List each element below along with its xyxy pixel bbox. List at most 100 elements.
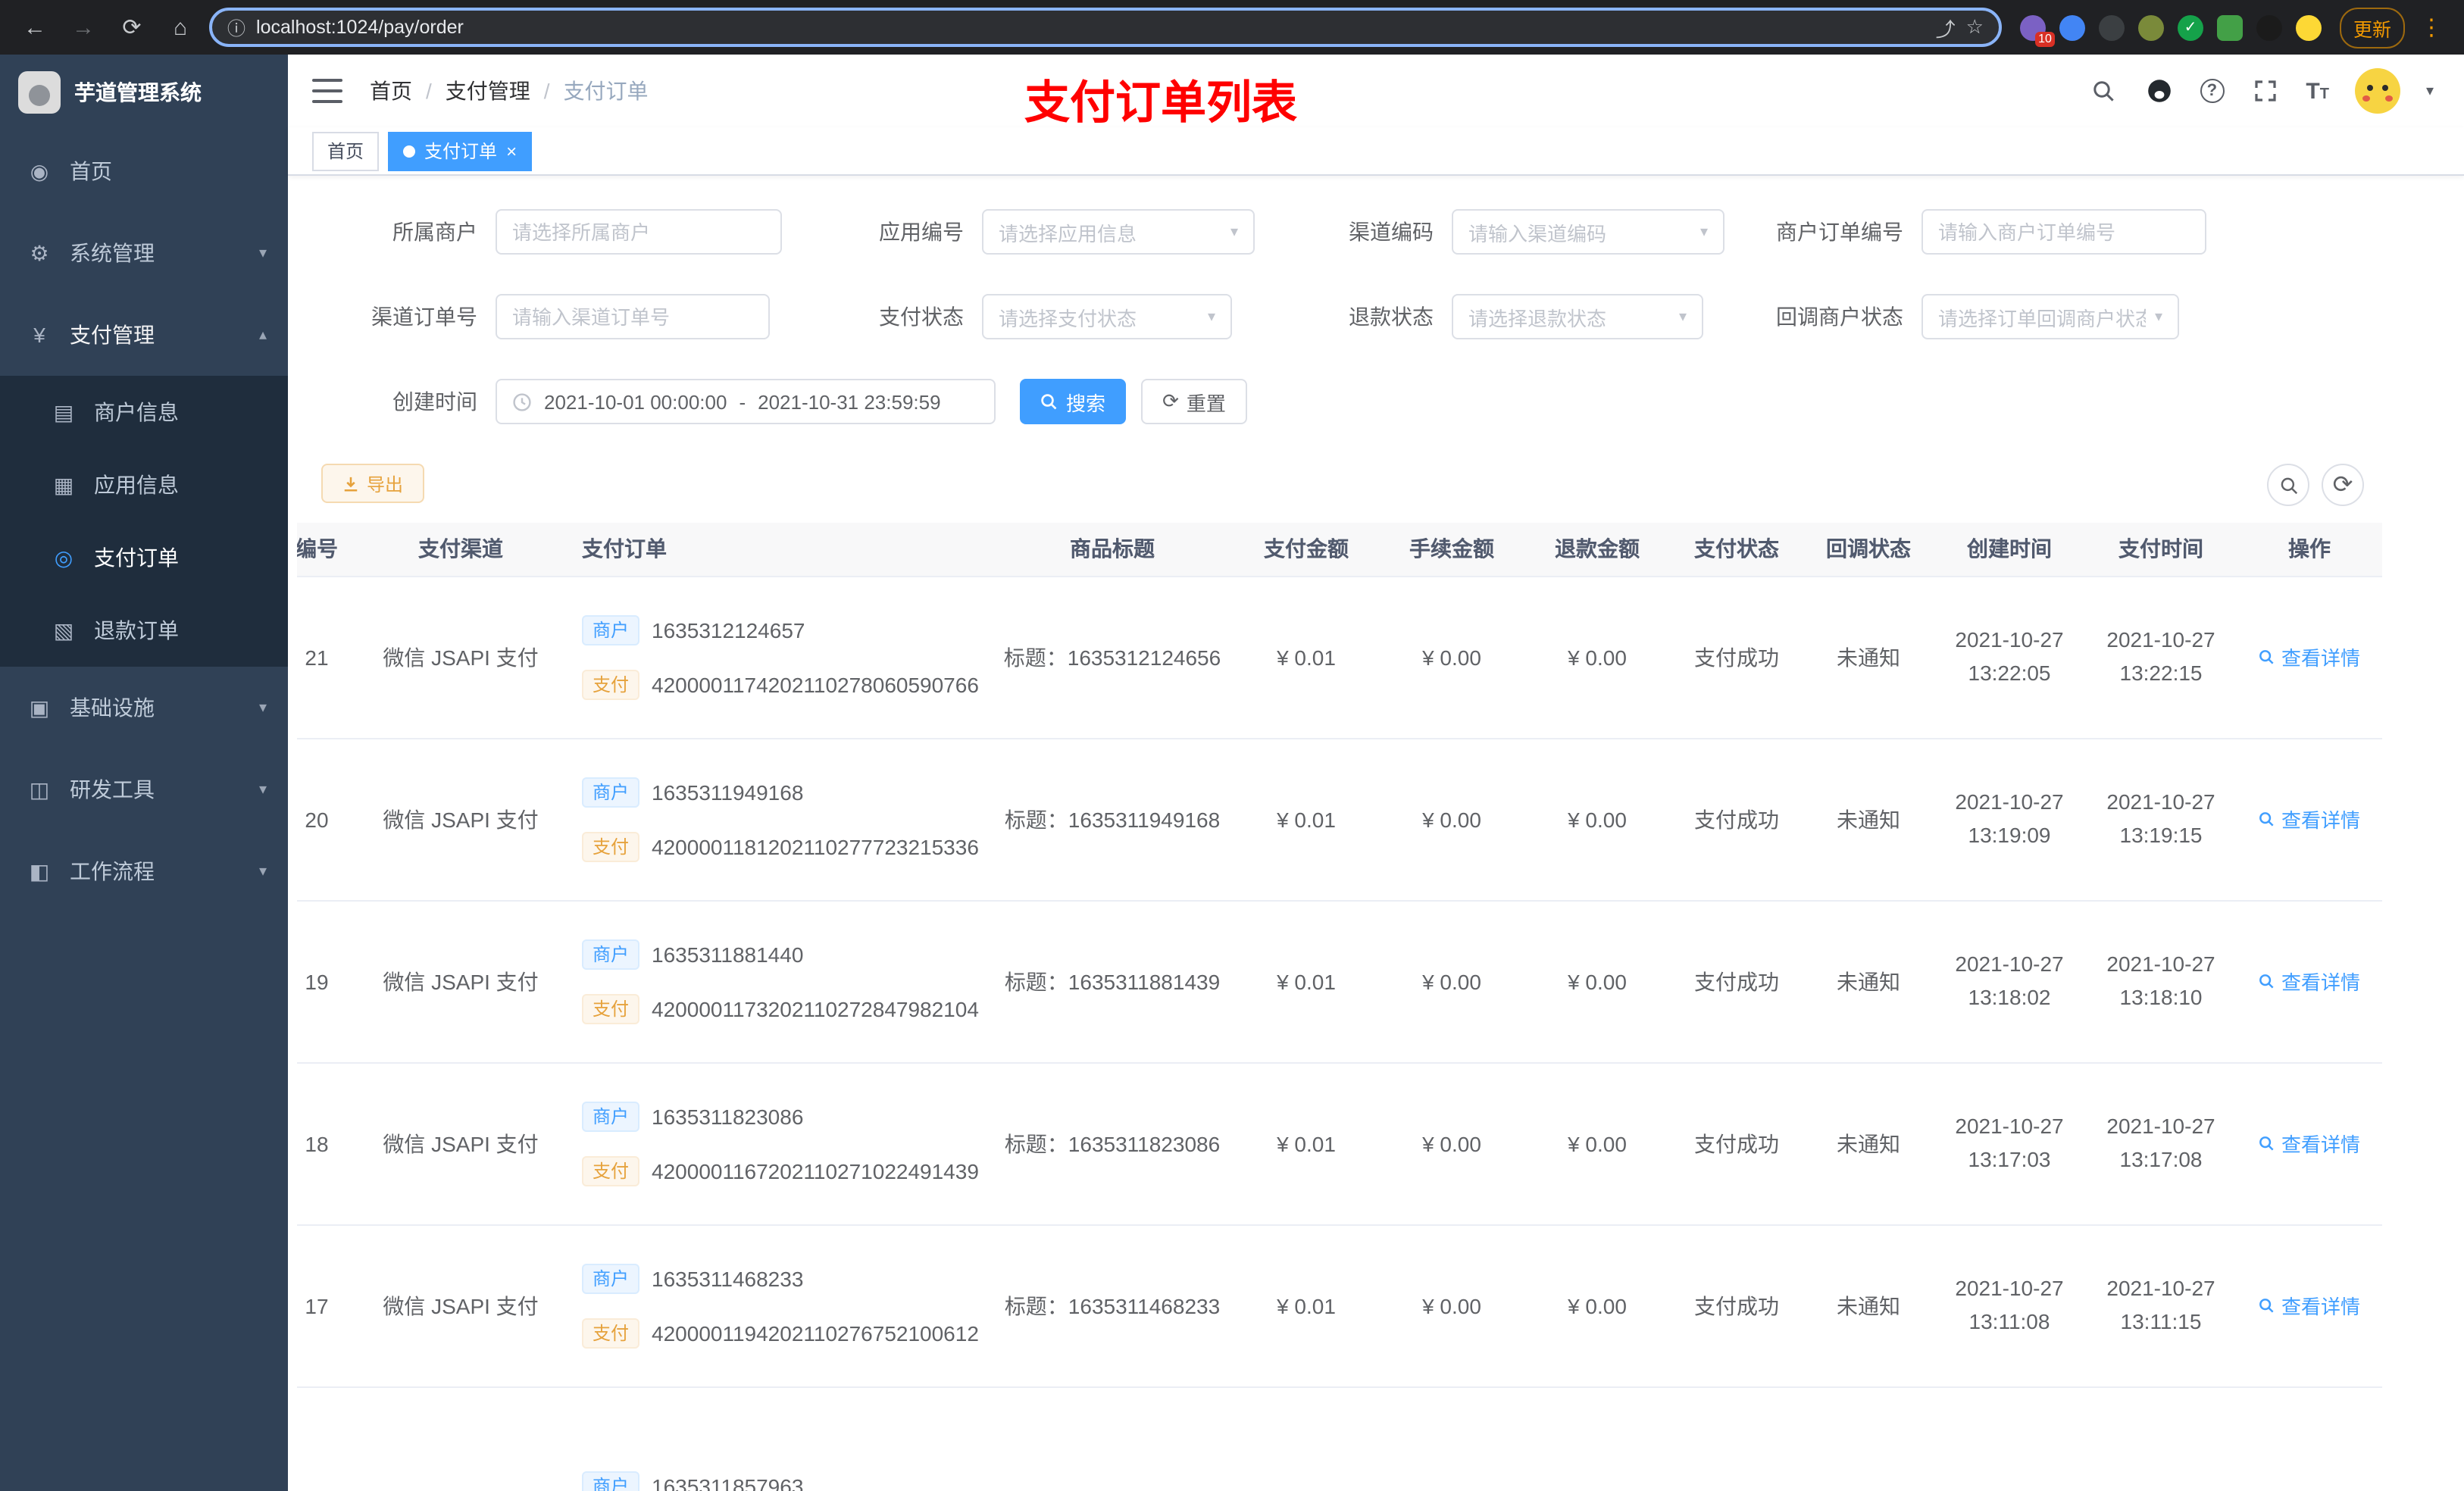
view-detail-link[interactable]: 查看详情 [2259,805,2360,833]
payment-submenu: ▤ 商户信息 ▦ 应用信息 ◎ 支付订单 ▧ 退款订单 [0,376,288,667]
avatar[interactable] [2354,68,2400,114]
site-info-icon[interactable]: ⓘ [227,14,245,40]
sidebar-item-devtools[interactable]: ◫ 研发工具 ▾ [0,749,288,830]
sidebar-logo[interactable]: 芋道管理系统 [0,55,288,130]
table-row: 商户 1635311857963 [297,1386,2382,1491]
breadcrumb-payment[interactable]: 支付管理 [446,76,530,106]
export-button[interactable]: 导出 [321,464,424,503]
card-icon: ▤ [53,399,74,424]
sidebar-item-home[interactable]: ◉ 首页 [0,130,288,212]
table-row: 17 微信 JSAPI 支付 商户 1635311468233 支付 4200001… [297,1224,2382,1387]
sidebar-item-system[interactable]: ⚙ 系统管理 ▾ [0,212,288,294]
sidebar-toggle-icon[interactable] [312,79,342,103]
refund-status-select[interactable]: 请选择退款状态 ▾ [1452,294,1703,339]
app-title: 芋道管理系统 [74,80,202,105]
sidebar-item-pay-order[interactable]: ◎ 支付订单 [0,521,288,594]
extension-icon[interactable] [2098,14,2125,40]
chevron-down-icon[interactable]: ▾ [2426,83,2434,99]
filter-notify-status: 回调商户状态 请选择订单回调商户状态 ▾ [1752,294,2179,339]
reset-button[interactable]: ⟳ 重置 [1141,379,1247,424]
help-icon[interactable]: ? [2200,79,2225,103]
share-icon[interactable]: ⤴ [1936,13,1956,42]
date-start[interactable]: 2021-10-01 00:00:00 [544,390,727,413]
dashboard-icon: ◉ [30,158,49,183]
table-row: 20 微信 JSAPI 支付 商户 1635311949168 支付 4200001… [297,738,2382,901]
grid-icon: ▦ [53,472,74,496]
channel-code-select[interactable]: 请输入渠道编码 ▾ [1452,209,1724,255]
pay-status-select[interactable]: 请选择支付状态 ▾ [982,294,1232,339]
pay-tag: 支付 [582,669,640,699]
tab-home[interactable]: 首页 [312,131,380,170]
fullscreen-icon[interactable] [2250,76,2280,106]
github-icon[interactable] [2143,76,2174,106]
search-button[interactable]: 搜索 [1020,379,1126,424]
view-detail-link[interactable]: 查看详情 [2259,1291,2360,1320]
merchant-tag: 商户 [582,1471,640,1491]
pay-tag: 支付 [582,993,640,1024]
view-detail-link[interactable]: 查看详情 [2259,967,2360,996]
chevron-down-icon: ▾ [1678,308,1687,325]
sidebar-item-payment[interactable]: ¥ 支付管理 ▴ [0,294,288,376]
extension-icon[interactable] [2295,14,2322,40]
refresh-table-button[interactable]: ⟳ [2322,464,2364,506]
merchant-order-no-input[interactable] [1921,209,2206,255]
url-text: localhost:1024/pay/order [256,17,464,38]
table-row: 18 微信 JSAPI 支付 商户 1635311823086 支付 4200001… [297,1062,2382,1225]
back-button[interactable]: ← [15,8,55,47]
view-detail-link[interactable]: 查看详情 [2259,642,2360,671]
topbar: 首页 / 支付管理 / 支付订单 支付订单列表 ? TT ▾ [288,55,2464,129]
chevron-down-icon: ▾ [1207,308,1215,325]
notify-status-select[interactable]: 请选择订单回调商户状态 ▾ [1921,294,2179,339]
browser-menu-icon[interactable]: ⋮ [2414,14,2449,41]
close-icon[interactable]: × [506,142,517,160]
page-content: 所属商户 应用编号 请选择应用信息 ▾ 渠道编码 请输入渠道编码 ▾ [288,176,2464,1491]
table-row: 19 微信 JSAPI 支付 商户 1635311881440 支付 4200001… [297,900,2382,1063]
address-bar[interactable]: ⓘ localhost:1024/pay/order ⤴ ☆ [209,8,2002,47]
extension-icon[interactable] [2059,14,2085,40]
main-area: 首页 / 支付管理 / 支付订单 支付订单列表 ? TT ▾ 首页 支付订单 ×… [288,55,2464,1491]
yen-icon: ¥ [33,323,45,347]
sidebar: 芋道管理系统 ◉ 首页 ⚙ 系统管理 ▾ ¥ 支付管理 ▴ ▤ 商户信息 ▦ 应… [0,55,288,1491]
bookmark-star-icon[interactable]: ☆ [1966,15,1984,39]
extension-icon[interactable] [2137,14,2164,40]
sidebar-item-app-info[interactable]: ▦ 应用信息 [0,449,288,521]
date-end[interactable]: 2021-10-31 23:59:59 [758,390,940,413]
extension-icon[interactable] [2256,14,2282,40]
workflow-icon: ◧ [29,858,50,883]
gear-icon: ⚙ [30,240,49,264]
tab-pay-order[interactable]: 支付订单 × [388,131,533,170]
merchant-tag: 商户 [582,1263,640,1293]
reload-button[interactable]: ⟳ [112,8,152,47]
app-id-select[interactable]: 请选择应用信息 ▾ [982,209,1255,255]
breadcrumb: 首页 / 支付管理 / 支付订单 [370,76,649,106]
chevron-down-icon: ▾ [1230,223,1238,240]
sidebar-item-refund-order[interactable]: ▧ 退款订单 [0,594,288,667]
merchant-input[interactable] [496,209,782,255]
filter-refund-status: 退款状态 请选择退款状态 ▾ [1282,294,1703,339]
filter-merchant: 所属商户 [326,209,782,255]
forward-button[interactable]: → [64,8,103,47]
view-detail-link[interactable]: 查看详情 [2259,1129,2360,1158]
date-range-picker[interactable]: 2021-10-01 00:00:00 - 2021-10-31 23:59:5… [496,379,996,424]
extension-icon[interactable] [2216,14,2243,40]
home-button[interactable]: ⌂ [161,8,200,47]
merchant-tag: 商户 [582,939,640,969]
channel-order-no-input[interactable] [496,294,770,339]
sidebar-item-merchant-info[interactable]: ▤ 商户信息 [0,376,288,449]
sidebar-item-infra[interactable]: ▣ 基础设施 ▾ [0,667,288,749]
filter-pay-status: 支付状态 请选择支付状态 ▾ [812,294,1232,339]
breadcrumb-home[interactable]: 首页 [370,76,412,106]
font-size-icon[interactable]: TT [2306,78,2329,104]
search-icon[interactable] [2087,76,2118,106]
extension-icon[interactable]: 10 [2019,14,2055,46]
merchant-tag: 商户 [582,614,640,645]
browser-update-button[interactable]: 更新 [2339,7,2405,48]
extension-icon[interactable]: ✓ [2177,14,2203,40]
refresh-icon: ⟳ [1162,389,1179,412]
toggle-search-button[interactable] [2267,464,2309,506]
chevron-down-icon: ▾ [258,863,267,880]
screen: ← → ⟳ ⌂ ⓘ localhost:1024/pay/order ⤴ ☆ 1… [0,0,2464,1491]
chevron-down-icon: ▾ [1699,223,1708,240]
chevron-down-icon: ▾ [258,781,267,798]
sidebar-item-workflow[interactable]: ◧ 工作流程 ▾ [0,830,288,912]
